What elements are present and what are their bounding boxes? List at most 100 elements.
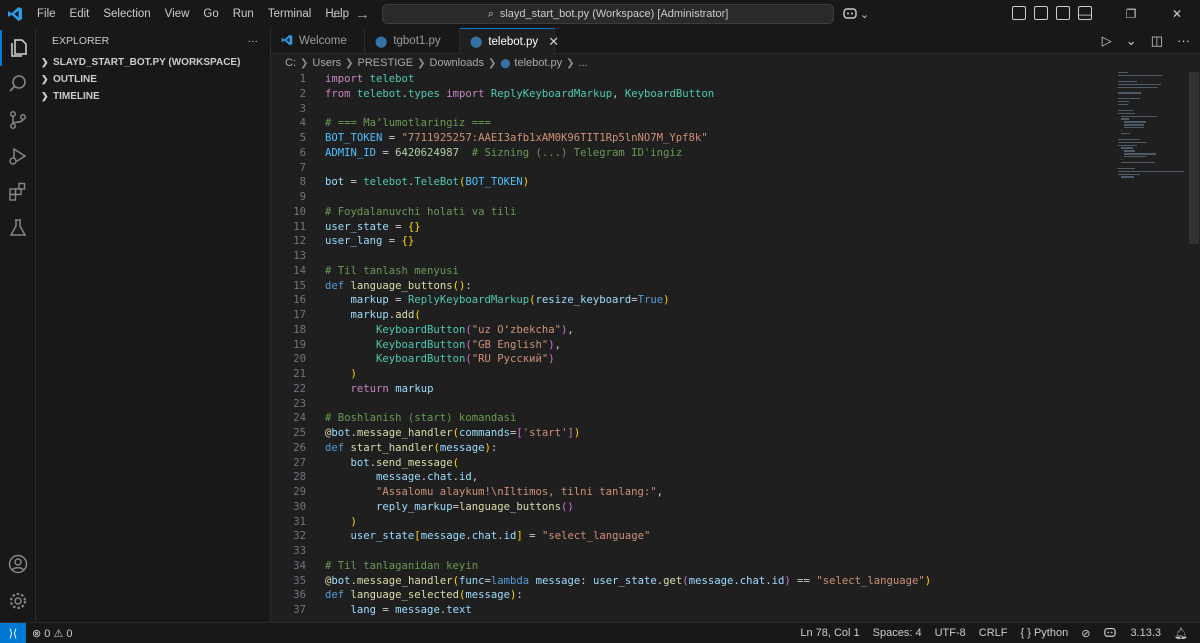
code-line[interactable]: 27 bot.send_message( — [271, 456, 1111, 471]
code-line[interactable]: 26 def start_handler(message): — [271, 441, 1111, 456]
chevron-down-icon[interactable]: ⌄ — [1126, 33, 1137, 49]
copilot-status-icon[interactable] — [1103, 626, 1117, 641]
timeline-section-label: TIMELINE — [53, 91, 100, 102]
notifications-bell-icon[interactable]: 🔔︎ — [1174, 627, 1188, 640]
code-line[interactable]: 22 return markup — [271, 382, 1111, 397]
code-line[interactable]: 28 message.chat.id, — [271, 470, 1111, 485]
code-line[interactable]: 13 — [271, 249, 1111, 264]
line-number: 9 — [299, 191, 306, 203]
code-line[interactable]: 17 markup.add( — [271, 308, 1111, 323]
code-line[interactable]: 37 lang = message.text — [271, 603, 1111, 618]
explorer-icon[interactable] — [0, 30, 36, 66]
line-number: 26 — [293, 441, 306, 454]
more-actions-icon[interactable]: ··· — [1177, 33, 1190, 49]
line-code: user_state = {} — [325, 220, 421, 233]
code-line[interactable]: 32 user_state[message.chat.id] = "select… — [271, 529, 1111, 544]
code-line[interactable]: 8 bot = telebot.TeleBot(BOT_TOKEN) — [271, 175, 1111, 190]
breadcrumb-item[interactable]: telebot.py — [514, 57, 562, 69]
tab-telebot[interactable]: ⬤ telebot.py ✕ — [460, 28, 559, 54]
line-number: 20 — [293, 353, 306, 366]
code-line[interactable]: 29 "Assalomu alaykum!\nIltimos, tilni ta… — [271, 485, 1111, 500]
code-line[interactable]: 6 ADMIN_ID = 6420624987 # Sizning (...) T… — [271, 146, 1111, 161]
cursor-position[interactable]: Ln 78, Col 1 — [800, 627, 859, 639]
code-line[interactable]: 14 # Til tanlash menyusi — [271, 264, 1111, 279]
minimize-icon[interactable]: — — [1062, 0, 1108, 28]
breadcrumb-item[interactable]: Downloads — [430, 57, 484, 69]
customize-layout-icon[interactable] — [1012, 6, 1026, 20]
code-line[interactable]: 3 — [271, 102, 1111, 117]
menu-terminal[interactable]: Terminal — [261, 0, 318, 28]
menu-file[interactable]: File — [30, 0, 63, 28]
code-line[interactable]: 20 KeyboardButton("RU Русский") — [271, 352, 1111, 367]
code-line[interactable]: 4 # === Ma’lumotlaringiz === — [271, 116, 1111, 131]
toggle-primary-sidebar-icon[interactable] — [1034, 6, 1048, 20]
no-bell-icon[interactable]: ⊘ — [1081, 627, 1090, 640]
run-debug-icon[interactable] — [0, 138, 36, 174]
code-line[interactable]: 33 — [271, 544, 1111, 559]
code-line[interactable]: 10 # Foydalanuvchi holati va tili — [271, 205, 1111, 220]
forward-arrow-icon[interactable]: → — [355, 6, 370, 23]
extensions-icon[interactable] — [0, 174, 36, 210]
copilot-button[interactable]: ⌄ — [842, 5, 869, 23]
close-window-icon[interactable]: ✕ — [1154, 0, 1200, 28]
tab-welcome[interactable]: Welcome — [271, 28, 365, 54]
menu-go[interactable]: Go — [196, 0, 225, 28]
code-line[interactable]: 36 def language_selected(message): — [271, 588, 1111, 603]
breadcrumb-item[interactable]: Users — [312, 57, 341, 69]
code-line[interactable]: 2 from telebot.types import ReplyKeyboard… — [271, 87, 1111, 102]
code-line[interactable]: 30 reply_markup=language_buttons() — [271, 500, 1111, 515]
remote-indicator-icon[interactable]: ⟩⟨ — [0, 622, 26, 643]
encoding[interactable]: UTF-8 — [935, 627, 966, 639]
code-line[interactable]: 5 BOT_TOKEN = "7711925257:AAEI3afb1xAM0K9… — [271, 131, 1111, 146]
line-code: # === Ma’lumotlaringiz === — [325, 117, 491, 130]
more-actions-icon[interactable]: ··· — [248, 35, 259, 47]
code-line[interactable]: 9 — [271, 190, 1111, 205]
code-line[interactable]: 12 user_lang = {} — [271, 234, 1111, 249]
code-line[interactable]: 11 user_state = {} — [271, 220, 1111, 235]
breadcrumb-item[interactable]: C: — [285, 57, 296, 69]
menu-run[interactable]: Run — [226, 0, 261, 28]
code-line[interactable]: 7 — [271, 161, 1111, 176]
tab-tgbot1[interactable]: ⬤ tgbot1.py — [365, 28, 460, 54]
menu-view[interactable]: View — [158, 0, 197, 28]
split-editor-icon[interactable]: ◫ — [1151, 33, 1163, 49]
code-line[interactable]: 31 ) — [271, 515, 1111, 530]
problems-indicator[interactable]: ⊗ 0 ⚠ 0 — [32, 627, 72, 640]
code-line[interactable]: 25 @bot.message_handler(commands=['start'… — [271, 426, 1111, 441]
code-line[interactable]: 23 — [271, 397, 1111, 412]
run-python-file-icon[interactable]: ▷ — [1102, 33, 1112, 49]
code-line[interactable]: 35 @bot.message_handler(func=lambda messa… — [271, 574, 1111, 589]
code-line[interactable]: 1 import telebot — [271, 72, 1111, 87]
restore-icon[interactable]: ❐ — [1108, 0, 1154, 28]
manage-gear-icon[interactable] — [0, 583, 36, 619]
account-icon[interactable] — [0, 546, 36, 582]
breadcrumb-item[interactable]: PRESTIGE — [358, 57, 414, 69]
code-line[interactable]: 24 # Boshlanish (start) komandasi — [271, 411, 1111, 426]
menu-edit[interactable]: Edit — [63, 0, 97, 28]
workspace-section[interactable]: ❯ SLAYD_START_BOT.PY (WORKSPACE) — [36, 54, 270, 71]
code-line[interactable]: 16 markup = ReplyKeyboardMarkup(resize_k… — [271, 293, 1111, 308]
breadcrumb-item[interactable]: ... — [579, 57, 588, 69]
code-line[interactable]: 21 ) — [271, 367, 1111, 382]
command-center[interactable]: ⌕ slayd_start_bot.py (Workspace) [Admini… — [382, 4, 834, 24]
search-icon[interactable] — [0, 66, 36, 102]
code-line[interactable]: 15 def language_buttons(): — [271, 279, 1111, 294]
line-number: 34 — [293, 559, 306, 572]
code-line[interactable]: 34 # Til tanlaganidan keyin — [271, 559, 1111, 574]
outline-section[interactable]: ❯ OUTLINE — [36, 71, 270, 88]
close-tab-icon[interactable]: ✕ — [548, 34, 559, 50]
language-mode[interactable]: { } Python — [1021, 627, 1069, 639]
code-editor[interactable]: 1 import telebot 2 from telebot.types impor… — [271, 72, 1200, 622]
python-version[interactable]: 3.13.3 — [1130, 627, 1161, 639]
timeline-section[interactable]: ❯ TIMELINE — [36, 88, 270, 105]
testing-icon[interactable] — [0, 210, 36, 246]
minimap[interactable] — [1118, 72, 1188, 192]
source-control-icon[interactable] — [0, 102, 36, 138]
menu-selection[interactable]: Selection — [96, 0, 157, 28]
code-line[interactable]: 18 KeyboardButton("uz O‘zbekcha"), — [271, 323, 1111, 338]
end-of-line[interactable]: CRLF — [979, 627, 1008, 639]
code-line[interactable]: 19 KeyboardButton("GB English"), — [271, 338, 1111, 353]
scrollbar-thumb[interactable] — [1189, 72, 1199, 244]
indentation[interactable]: Spaces: 4 — [873, 627, 922, 639]
back-arrow-icon[interactable]: ← — [330, 6, 345, 23]
